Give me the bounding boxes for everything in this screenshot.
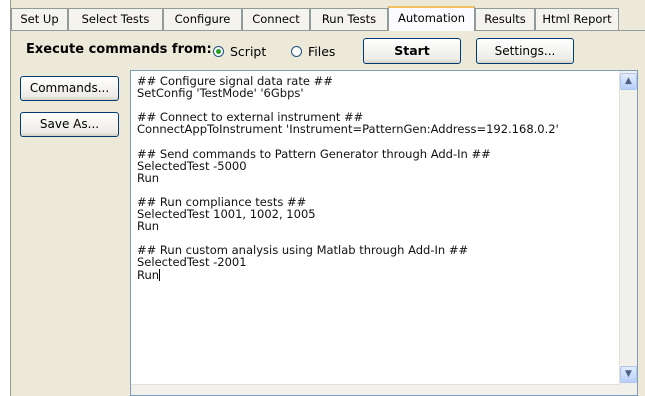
- script-line: [137, 135, 615, 147]
- radio-unchecked-icon: [291, 45, 302, 57]
- script-line: ConnectAppToInstrument 'Instrument=Patte…: [137, 122, 559, 137]
- script-editor[interactable]: ## Configure signal data rate ## SetConfi…: [130, 70, 638, 396]
- script-line: SelectedTest -5000: [137, 158, 247, 173]
- settings-button[interactable]: Settings...: [476, 38, 574, 64]
- tab-divider: [11, 30, 645, 31]
- execute-commands-label: Execute commands from:: [26, 42, 212, 57]
- radio-script[interactable]: Script: [213, 43, 266, 59]
- tab-configure[interactable]: Configure: [163, 8, 242, 30]
- automation-window: Set Up Select Tests Configure Connect Ru…: [10, 0, 645, 396]
- text-caret: [159, 268, 161, 281]
- tab-connect[interactable]: Connect: [242, 8, 310, 30]
- tab-automation[interactable]: Automation: [388, 6, 475, 31]
- vertical-scrollbar[interactable]: ▲ ▼: [619, 71, 637, 395]
- tab-bar: Set Up Select Tests Configure Connect Ru…: [11, 6, 645, 31]
- script-line: Run: [137, 219, 160, 234]
- script-text[interactable]: ## Configure signal data rate ## SetConfi…: [137, 75, 615, 281]
- script-line: SelectedTest -2001: [137, 255, 247, 270]
- tab-html-report[interactable]: Html Report: [535, 8, 619, 30]
- tab-set-up[interactable]: Set Up: [11, 8, 68, 30]
- script-line: SelectedTest 1001, 1002, 1005: [137, 207, 316, 222]
- commands-button[interactable]: Commands...: [20, 76, 119, 101]
- script-line: Run: [137, 267, 161, 282]
- scroll-up-arrow-icon[interactable]: ▲: [620, 73, 637, 90]
- start-button[interactable]: Start: [363, 38, 461, 64]
- script-line: Run: [137, 170, 160, 185]
- script-line: SetConfig 'TestMode' '6Gbps': [137, 86, 304, 101]
- scroll-down-arrow-icon[interactable]: ▼: [620, 366, 637, 383]
- tab-select-tests[interactable]: Select Tests: [68, 8, 163, 30]
- radio-files-label: Files: [308, 43, 336, 59]
- horizontal-scrollbar[interactable]: [131, 384, 620, 395]
- script-line: ## Send commands to Pattern Generator th…: [137, 146, 491, 161]
- save-as-button[interactable]: Save As...: [20, 112, 119, 137]
- radio-files[interactable]: Files: [291, 43, 335, 59]
- radio-checked-icon: [213, 45, 224, 57]
- tab-run-tests[interactable]: Run Tests: [310, 8, 388, 30]
- radio-script-label: Script: [230, 43, 267, 59]
- tab-results[interactable]: Results: [475, 8, 535, 30]
